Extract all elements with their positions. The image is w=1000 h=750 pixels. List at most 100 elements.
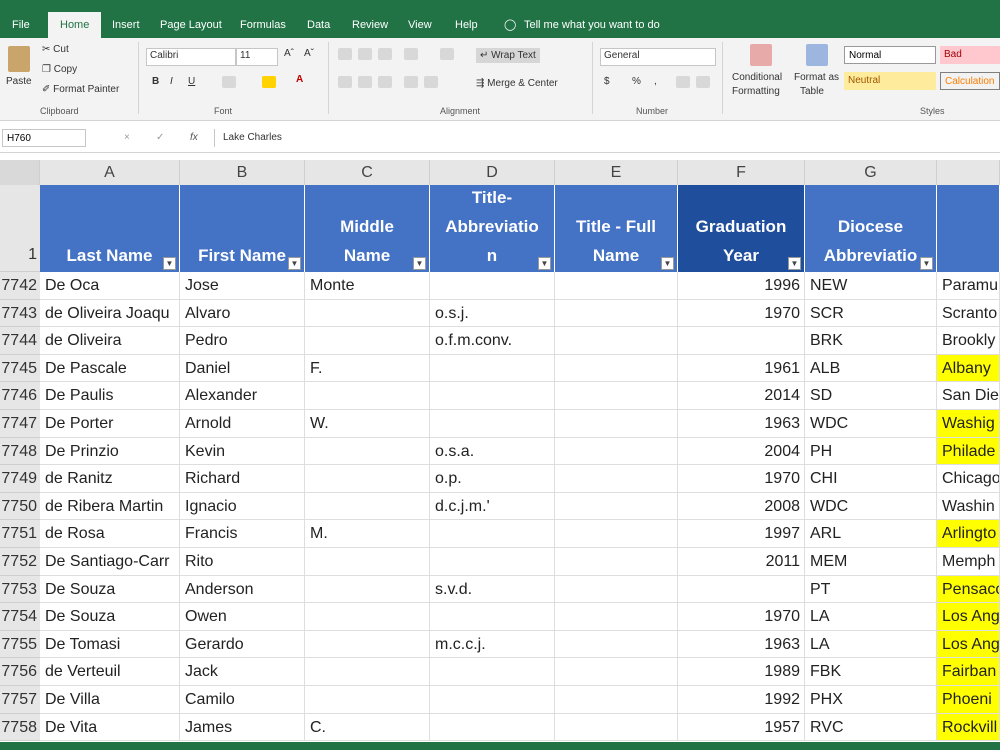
cell-diocese-abbreviation[interactable]: RVC [805, 713, 937, 742]
decrease-decimal-icon[interactable] [696, 76, 710, 88]
row-number[interactable]: 7753 [0, 575, 40, 604]
cell-graduation-year[interactable]: 1963 [678, 630, 805, 659]
italic-button[interactable]: I [170, 76, 173, 87]
cell-title-abbreviation[interactable] [430, 382, 555, 410]
cell-first-name[interactable]: Gerardo [180, 630, 305, 659]
cell-first-name[interactable]: Camilo [180, 686, 305, 714]
tab-view[interactable]: View [408, 12, 432, 38]
borders-icon[interactable] [222, 76, 236, 88]
cell-title-abbreviation[interactable]: m.c.c.j. [430, 630, 555, 659]
cell-graduation-year[interactable] [678, 327, 805, 355]
tab-review[interactable]: Review [352, 12, 388, 38]
orientation-icon[interactable] [404, 48, 418, 60]
cell-last-name[interactable]: de Oliveira [40, 327, 180, 355]
cell-middle-name[interactable]: W. [305, 410, 430, 438]
cell-graduation-year[interactable]: 1992 [678, 686, 805, 714]
cell-city[interactable]: Fairban [937, 658, 1000, 686]
cell-diocese-abbreviation[interactable]: LA [805, 603, 937, 631]
format-painter-button[interactable]: ✐ Format Painter [42, 84, 119, 95]
column-header-e[interactable]: E [555, 160, 678, 185]
cell-first-name[interactable]: Arnold [180, 410, 305, 438]
filter-dropdown-icon[interactable]: ▼ [413, 257, 426, 270]
cell-first-name[interactable]: Alexander [180, 382, 305, 410]
cell-first-name[interactable]: Daniel [180, 354, 305, 383]
cell-graduation-year[interactable]: 1997 [678, 520, 805, 548]
cell-city[interactable]: Pensaco [937, 575, 1000, 604]
cell-title-full-name[interactable] [555, 603, 678, 631]
cell-city[interactable]: Los Ang [937, 630, 1000, 659]
cell-title-abbreviation[interactable] [430, 520, 555, 548]
cell-last-name[interactable]: de Oliveira Joaqu [40, 299, 180, 328]
cell-graduation-year[interactable]: 1961 [678, 354, 805, 383]
cell-middle-name[interactable] [305, 437, 430, 466]
cell-first-name[interactable]: Jose [180, 272, 305, 300]
cell-diocese-abbreviation[interactable]: WDC [805, 410, 937, 438]
column-header-d[interactable]: D [430, 160, 555, 185]
tab-home[interactable]: Home [48, 12, 102, 38]
cell-city[interactable]: Albany [937, 354, 1000, 383]
cell-title-full-name[interactable] [555, 658, 678, 686]
cell-graduation-year[interactable]: 1970 [678, 603, 805, 631]
cell-last-name[interactable]: De Prinzio [40, 437, 180, 466]
row-number[interactable]: 7747 [0, 410, 40, 438]
cell-title-full-name[interactable] [555, 630, 678, 659]
format-as-table-icon[interactable] [806, 44, 828, 66]
cell-title-abbreviation[interactable]: o.f.m.conv. [430, 327, 555, 355]
align-bottom-icon[interactable] [378, 48, 392, 60]
filter-dropdown-icon[interactable]: ▼ [288, 257, 301, 270]
cell-city[interactable]: Memph [937, 548, 1000, 576]
cell-diocese-abbreviation[interactable]: PHX [805, 686, 937, 714]
cell-city[interactable]: Washin [937, 492, 1000, 521]
row-number[interactable]: 7749 [0, 465, 40, 493]
style-neutral[interactable]: Neutral [844, 72, 936, 90]
cell-city[interactable]: Paramu [937, 272, 1000, 300]
header-last-name[interactable]: Last Name ▼ [40, 185, 180, 272]
cell-city[interactable]: Chicago [937, 465, 1000, 493]
tab-insert[interactable]: Insert [112, 12, 140, 38]
cell-title-full-name[interactable] [555, 575, 678, 604]
cell-graduation-year[interactable]: 2011 [678, 548, 805, 576]
cell-last-name[interactable]: de Ribera Martin [40, 492, 180, 521]
cell-graduation-year[interactable]: 2004 [678, 437, 805, 466]
row-number[interactable]: 7752 [0, 548, 40, 576]
cell-first-name[interactable]: James [180, 713, 305, 742]
cell-title-full-name[interactable] [555, 354, 678, 383]
cell-first-name[interactable]: Kevin [180, 437, 305, 466]
increase-indent-icon[interactable] [424, 76, 438, 88]
number-format-select[interactable]: General [600, 48, 716, 66]
tab-file[interactable]: File [12, 12, 30, 38]
header-title-full-name[interactable]: Title - Full Name ▼ [555, 185, 678, 272]
font-size-select[interactable]: 11 [236, 48, 278, 66]
align-left-icon[interactable] [338, 76, 352, 88]
cell-diocese-abbreviation[interactable]: SD [805, 382, 937, 410]
cell-first-name[interactable]: Jack [180, 658, 305, 686]
style-calculation[interactable]: Calculation [940, 72, 1000, 90]
cancel-icon[interactable]: × [124, 132, 130, 143]
cell-title-abbreviation[interactable]: o.p. [430, 465, 555, 493]
cell-middle-name[interactable] [305, 548, 430, 576]
cell-diocese-abbreviation[interactable]: ALB [805, 354, 937, 383]
paste-button-label[interactable]: Paste [6, 76, 32, 87]
cell-graduation-year[interactable]: 1970 [678, 299, 805, 328]
cell-middle-name[interactable] [305, 327, 430, 355]
font-color-icon[interactable]: A [296, 74, 303, 85]
format-as-table-label[interactable]: Format as [794, 72, 839, 83]
tell-me-search[interactable]: Tell me what you want to do [524, 12, 660, 38]
cell-graduation-year[interactable]: 1970 [678, 465, 805, 493]
row-number[interactable]: 7754 [0, 603, 40, 631]
percent-button[interactable]: % [632, 76, 641, 87]
cell-city[interactable]: Philade [937, 437, 1000, 466]
indent-icon[interactable] [440, 48, 454, 60]
cell-first-name[interactable]: Ignacio [180, 492, 305, 521]
tab-data[interactable]: Data [307, 12, 330, 38]
column-header-g[interactable]: G [805, 160, 937, 185]
row-number[interactable]: 7758 [0, 713, 40, 742]
filter-dropdown-icon[interactable]: ▼ [920, 257, 933, 270]
row-number[interactable]: 7756 [0, 658, 40, 686]
cell-title-abbreviation[interactable]: o.s.a. [430, 437, 555, 466]
cell-title-full-name[interactable] [555, 382, 678, 410]
cell-diocese-abbreviation[interactable]: CHI [805, 465, 937, 493]
row-number[interactable]: 1 [0, 185, 40, 272]
underline-button[interactable]: U [188, 76, 195, 87]
cell-title-abbreviation[interactable] [430, 686, 555, 714]
